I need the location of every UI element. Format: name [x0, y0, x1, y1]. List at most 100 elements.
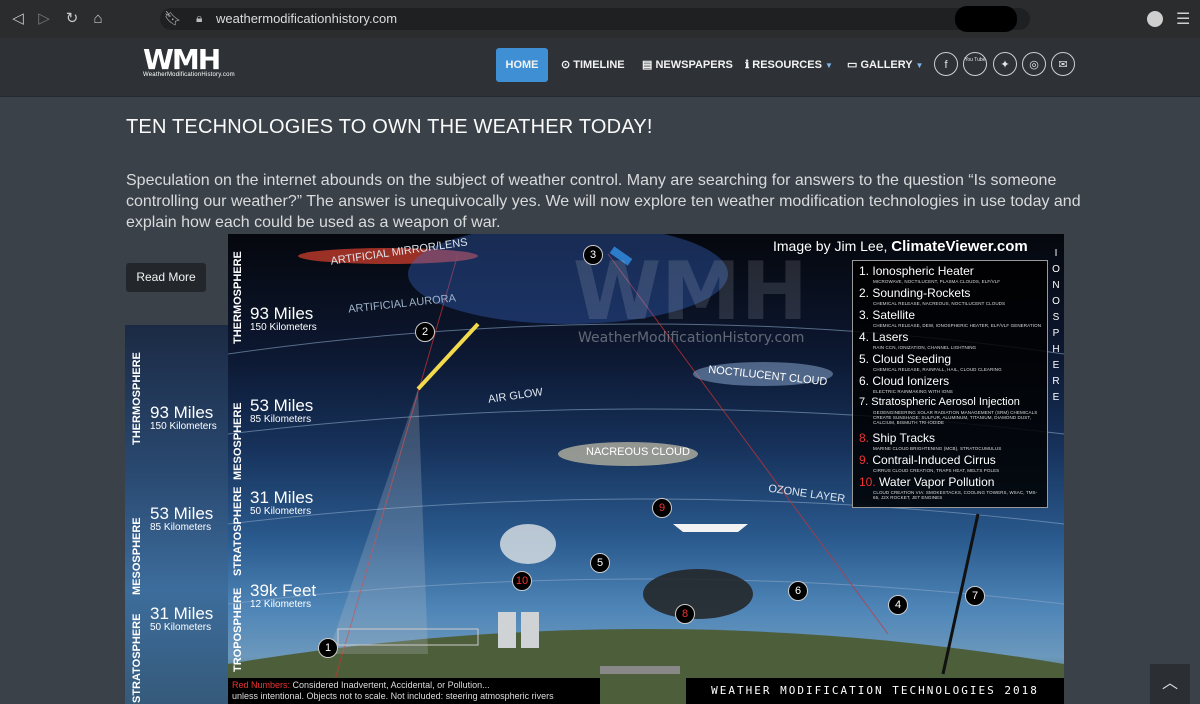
bg-layer-label: MESOSPHERE: [131, 517, 143, 595]
youtube-glyph: You Tube: [964, 57, 986, 63]
infographic-poster[interactable]: WMH WeatherModificationHistory.com Image…: [228, 234, 1064, 704]
instagram-icon[interactable]: ◎: [1022, 52, 1046, 76]
forward-icon[interactable]: ▷: [34, 9, 54, 29]
bg-altitude-km: 50 Kilometers: [150, 622, 212, 633]
profile-icon[interactable]: [1147, 11, 1163, 27]
layer-label-thermosphere: THERMOSPHERE: [232, 251, 244, 344]
page-title: TEN TECHNOLOGIES TO OWN THE WEATHER TODA…: [126, 116, 653, 138]
legend-sub: CHEMICAL RELEASE, DEW, IONOSPHERIC HEATE…: [873, 323, 1042, 328]
legend-item: 5. Cloud Seeding: [859, 352, 951, 366]
legend-item: 9. Contrail-Induced Cirrus: [859, 453, 996, 467]
scroll-to-top-button[interactable]: ︿: [1150, 664, 1190, 704]
legend-num: 5.: [859, 352, 870, 366]
legend-num: 10.: [859, 475, 876, 489]
bg-altitude-miles: 31 Miles: [150, 604, 214, 623]
legend-sub: CLOUD CREATION VIA: SMOKESTACKS, COOLING…: [873, 490, 1038, 500]
airplane-shape: [673, 524, 748, 532]
legend-sub: CHEMICAL RELEASE, RAINFALL, HAIL, CLOUD …: [873, 367, 1002, 372]
cooling-tower: [498, 612, 516, 648]
lock-icon[interactable]: 🔒︎: [196, 11, 202, 26]
legend-item: 2. Sounding-Rockets: [859, 286, 970, 300]
address-bar[interactable]: 🔖︎ 🔒︎ weathermodificationhistory.com: [160, 8, 1030, 30]
marker-badge: 10: [512, 571, 532, 591]
nav-timeline[interactable]: ⊙ TIMELINE: [561, 48, 625, 82]
ionosphere-letter: S: [1052, 312, 1060, 323]
legend-item: 4. Lasers: [859, 330, 908, 344]
legend-sub: ELECTRIC RAINMAKING WITH IONS: [873, 389, 953, 394]
legend-sub: MICROWAVE, NOCTILUCENT, PLASMA CLOUDS, E…: [873, 279, 1001, 284]
ionosphere-letter: N: [1052, 280, 1060, 291]
caret-down-icon: ▼: [915, 61, 924, 70]
rocket-plume: [328, 389, 428, 654]
nav-gallery[interactable]: ▭ GALLERY ▼: [847, 48, 923, 82]
site-logo[interactable]: WMH WeatherModificationHistory.com: [143, 43, 238, 79]
legend-name: Lasers: [872, 330, 909, 344]
marker-badge: 8: [675, 604, 695, 624]
marker-badge: 1: [318, 638, 338, 658]
caret-down-icon: ▼: [825, 61, 833, 70]
clock-icon: ⊙: [561, 59, 571, 71]
bg-altitude-miles: 93 Miles: [150, 403, 214, 422]
legend-num: 2.: [859, 286, 870, 300]
menu-icon[interactable]: ☰: [1176, 9, 1190, 29]
bg-layer-label: THERMOSPHERE: [131, 352, 143, 445]
altitude-km: 12 Kilometers: [250, 599, 312, 610]
footnote-line2: unless intentional. Objects not to scale…: [232, 691, 554, 701]
layer-label-mesosphere: MESOSPHERE: [232, 402, 244, 480]
legend-item: 3. Satellite: [859, 308, 915, 322]
legend-sub: CIRRUS CLOUD CREATION, TRAPS HEAT, MELTS…: [873, 468, 1000, 473]
legend-name: Contrail-Induced Cirrus: [872, 453, 996, 467]
home-icon[interactable]: ⌂: [88, 9, 108, 29]
legend-name: Stratospheric Aerosol Injection: [871, 396, 1020, 408]
reload-icon[interactable]: ↻: [62, 9, 82, 29]
url-text[interactable]: weathermodificationhistory.com: [216, 11, 397, 26]
marker-badge: 5: [590, 553, 610, 573]
altitude-miles: 39k Feet: [250, 581, 317, 600]
nav-resources[interactable]: ℹ RESOURCES ▼: [745, 48, 833, 82]
legend-num: 6.: [859, 374, 870, 388]
bg-layer-label: STRATOSPHERE: [131, 613, 143, 703]
nav-newspapers-label: NEWSPAPERS: [655, 59, 733, 71]
mail-icon[interactable]: ✉: [1051, 52, 1075, 76]
info-icon: ℹ: [745, 59, 750, 71]
nav-resources-label: RESOURCES: [752, 59, 822, 71]
nav-timeline-label: TIMELINE: [573, 59, 625, 71]
altitude-miles: 31 Miles: [250, 488, 314, 507]
bookmark-icon[interactable]: 🔖︎: [164, 10, 182, 27]
legend-sub: CHEMICAL RELEASE, NACREOUS, NOCTILUCENT …: [873, 301, 1006, 306]
layer-label-stratosphere: STRATOSPHERE: [232, 486, 244, 576]
marker-badge: 4: [888, 595, 908, 615]
bg-altitude-miles: 53 Miles: [150, 504, 214, 523]
nav-home[interactable]: HOME: [496, 48, 548, 82]
legend-name: Cloud Seeding: [872, 352, 952, 366]
marker-badge: 7: [965, 586, 985, 606]
legend-sub: MARINE CLOUD BRIGHTENING (MCB), STRATOCU…: [873, 446, 1002, 451]
newspaper-icon: ▤: [642, 59, 653, 71]
cooling-tower: [521, 612, 539, 648]
legend-sub: GEOENGINEERING SOLAR RADIATION MANAGEMEN…: [873, 410, 1038, 425]
legend-sub: RAIN CCN, IONIZATION, CHANNEL LIGHTNING: [873, 345, 977, 350]
legend-item: 7. Stratospheric Aerosol Injection: [859, 396, 1020, 408]
nav-gallery-label: GALLERY: [860, 59, 913, 71]
twitter-icon[interactable]: ✦: [993, 52, 1017, 76]
ship-shape: [600, 666, 680, 674]
facebook-icon[interactable]: f: [934, 52, 958, 76]
nav-newspapers[interactable]: ▤ NEWSPAPERS: [642, 48, 733, 82]
back-icon[interactable]: ◁: [8, 9, 28, 29]
read-more-button[interactable]: Read More: [126, 263, 206, 292]
legend-num: 1.: [859, 264, 870, 278]
altitude-km: 150 Kilometers: [250, 322, 317, 333]
legend-num: 8.: [859, 431, 870, 445]
technology-legend: 1. Ionospheric Heater MICROWAVE, NOCTILU…: [852, 260, 1048, 508]
legend-name: Sounding-Rockets: [872, 286, 971, 300]
logo-mark: WMH: [143, 43, 221, 76]
youtube-icon[interactable]: You Tube: [963, 52, 987, 76]
legend-name: Ionospheric Heater: [872, 264, 974, 278]
altitude-km: 50 Kilometers: [250, 506, 312, 517]
image-credit: Image by Jim Lee, ClimateViewer.com: [773, 238, 1028, 255]
watermark-subtitle: WeatherModificationHistory.com: [578, 330, 804, 346]
poster-footer-title: WEATHER MODIFICATION TECHNOLOGIES 2018: [686, 678, 1064, 704]
ionosphere-label: IONOSPHERE: [1051, 246, 1061, 406]
marker-badge: 6: [788, 581, 808, 601]
legend-name: Ship Tracks: [872, 431, 936, 445]
